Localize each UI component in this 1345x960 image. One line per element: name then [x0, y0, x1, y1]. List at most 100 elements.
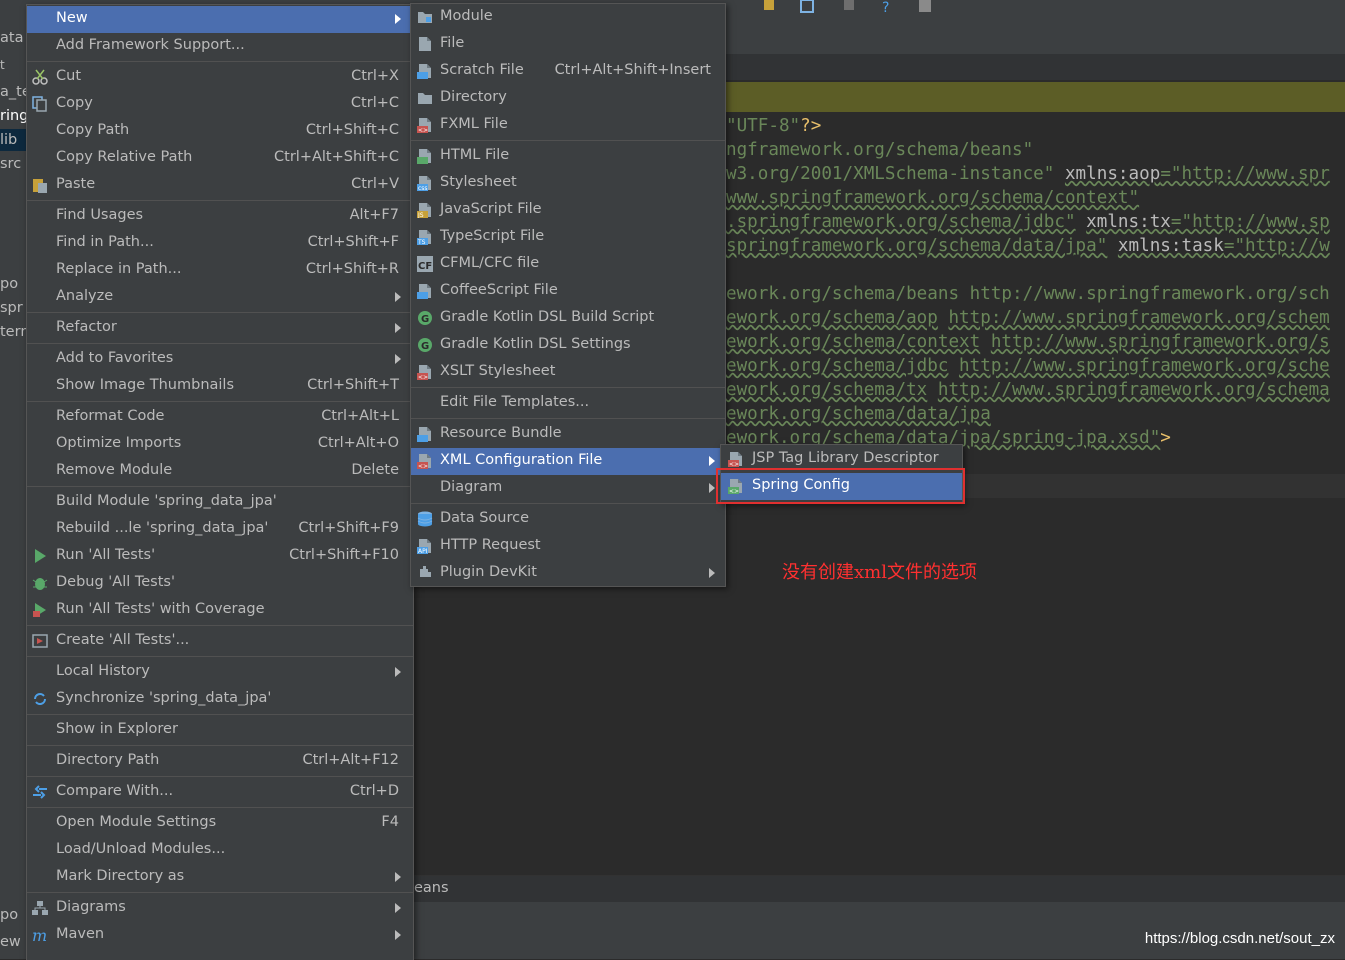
new-submenu-item-fxml-file[interactable]: <> FXML File — [411, 112, 725, 139]
code-token: ngframework.org/schema/beans" — [726, 140, 1034, 160]
tree-node[interactable]: a_te — [0, 84, 27, 100]
context-menu-item-copy-relative-path[interactable]: Copy Relative Path Ctrl+Alt+Shift+C — [27, 145, 413, 172]
structure-icon[interactable] — [798, 0, 818, 14]
new-submenu-item-http-request[interactable]: API HTTP Request — [411, 533, 725, 560]
menu-item-label: Edit File Templates... — [440, 394, 590, 410]
menu-item-label: Gradle Kotlin DSL Settings — [440, 336, 631, 352]
menu-item-label: Show in Explorer — [56, 721, 178, 737]
new-submenu-item-plugin-devkit[interactable]: Plugin DevKit — [411, 560, 725, 587]
coffeescript-file-icon — [417, 283, 433, 299]
help-icon[interactable]: ? — [878, 0, 898, 14]
context-menu-item-synchronize-spring-data-jpa[interactable]: Synchronize 'spring_data_jpa' — [27, 686, 413, 713]
menu-item-label: Synchronize 'spring_data_jpa' — [56, 690, 272, 706]
new-submenu-item-gradle-kotlin-dsl-build-script[interactable]: G Gradle Kotlin DSL Build Script — [411, 305, 725, 332]
new-submenu-item-module[interactable]: Module — [411, 4, 725, 31]
new-submenu-item-data-source[interactable]: Data Source — [411, 506, 725, 533]
context-menu-item-find-usages[interactable]: Find Usages Alt+F7 — [27, 203, 413, 230]
context-menu-item-remove-module[interactable]: Remove Module Delete — [27, 458, 413, 485]
menu-item-label: Paste — [56, 176, 96, 192]
context-menu-item-copy-path[interactable]: Copy Path Ctrl+Shift+C — [27, 118, 413, 145]
run-icon — [32, 548, 48, 564]
settings-icon[interactable] — [916, 0, 936, 14]
tree-node[interactable]: tern — [0, 324, 27, 340]
menu-item-label: Open Module Settings — [56, 814, 217, 830]
breadcrumb-tag[interactable]: eans — [414, 880, 449, 896]
fxml-file-icon: <> — [417, 117, 433, 134]
tree-node[interactable]: ata — [0, 30, 23, 46]
context-menu-item-show-in-explorer[interactable]: Show in Explorer — [27, 717, 413, 744]
context-menu-item-optimize-imports[interactable]: Optimize Imports Ctrl+Alt+O — [27, 431, 413, 458]
new-submenu-item-javascript-file[interactable]: JS JavaScript File — [411, 197, 725, 224]
svg-text:CF: CF — [418, 261, 432, 272]
context-menu-item-refactor[interactable]: Refactor — [27, 315, 413, 342]
new-submenu-item-file[interactable]: File — [411, 31, 725, 58]
menu-item-label: FXML File — [440, 116, 508, 132]
context-menu-item-add-framework-support[interactable]: Add Framework Support... — [27, 33, 413, 60]
menu-item-label: New — [56, 10, 88, 26]
tree-node[interactable]: spr — [0, 300, 23, 316]
menu-item-label: HTML File — [440, 147, 510, 163]
context-menu-item-cut[interactable]: Cut Ctrl+X — [27, 64, 413, 91]
menu-item-label: Refactor — [56, 319, 117, 335]
new-submenu-item-edit-file-templates[interactable]: Edit File Templates... — [411, 390, 725, 417]
tree-node[interactable]: t — [0, 58, 5, 72]
code-token: ework.org/schema/context — [726, 332, 981, 352]
download-icon[interactable] — [840, 0, 860, 14]
context-menu-item-find-in-path[interactable]: Find in Path... Ctrl+Shift+F — [27, 230, 413, 257]
context-menu-item-rebuild-le-spring-data-jpa[interactable]: Rebuild ...le 'spring_data_jpa' Ctrl+Shif… — [27, 516, 413, 543]
context-menu-item-run-all-tests-with-coverage[interactable]: Run 'All Tests' with Coverage — [27, 597, 413, 624]
context-menu-item-local-history[interactable]: Local History — [27, 659, 413, 686]
menu-item-label: Run 'All Tests' — [56, 547, 156, 563]
context-menu-item-create-all-tests[interactable]: Create 'All Tests'... — [27, 628, 413, 655]
context-menu-item-new[interactable]: New — [27, 6, 413, 33]
context-menu-item-analyze[interactable]: Analyze — [27, 284, 413, 311]
paste-icon — [32, 177, 48, 193]
context-menu-item-run-all-tests[interactable]: Run 'All Tests' Ctrl+Shift+F10 — [27, 543, 413, 570]
submenu-arrow-icon — [395, 323, 401, 333]
new-submenu-item-stylesheet[interactable]: css Stylesheet — [411, 170, 725, 197]
new-submenu-item-xml-configuration-file[interactable]: <> XML Configuration File — [411, 448, 725, 475]
new-submenu-item-coffeescript-file[interactable]: CoffeeScript File — [411, 278, 725, 305]
new-submenu-item-gradle-kotlin-dsl-settings[interactable]: G Gradle Kotlin DSL Settings — [411, 332, 725, 359]
context-menu-item-debug-all-tests[interactable]: Debug 'All Tests' — [27, 570, 413, 597]
menu-separator — [27, 200, 413, 201]
tree-node[interactable]: po — [0, 907, 18, 923]
tree-node[interactable]: ew — [0, 934, 21, 950]
new-submenu-item-cfml-cfc-file[interactable]: CF CFML/CFC file — [411, 251, 725, 278]
new-submenu-item-directory[interactable]: Directory — [411, 85, 725, 112]
new-submenu-item-xslt-stylesheet[interactable]: <> XSLT Stylesheet — [411, 359, 725, 386]
context-menu-item-maven[interactable]: m Maven — [27, 922, 413, 949]
scratch-file-icon — [417, 63, 433, 79]
context-menu-item-add-to-favorites[interactable]: Add to Favorites — [27, 346, 413, 373]
menu-item-label: Create 'All Tests'... — [56, 632, 190, 648]
tree-node-selected[interactable]: ring — [0, 108, 27, 124]
new-submenu-item-typescript-file[interactable]: TS TypeScript File — [411, 224, 725, 251]
context-menu-item-build-module-spring-data-jpa[interactable]: Build Module 'spring_data_jpa' — [27, 489, 413, 516]
context-menu-item-copy[interactable]: Copy Ctrl+C — [27, 91, 413, 118]
new-submenu-item-scratch-file[interactable]: Scratch File Ctrl+Alt+Shift+Insert — [411, 58, 725, 85]
context-menu-item-directory-path[interactable]: Directory Path Ctrl+Alt+F12 — [27, 748, 413, 775]
context-menu-item-open-module-settings[interactable]: Open Module Settings F4 — [27, 810, 413, 837]
tree-node[interactable]: po — [0, 276, 18, 292]
submenu-arrow-icon — [395, 930, 401, 940]
context-menu-item-compare-with[interactable]: Compare With... Ctrl+D — [27, 779, 413, 806]
context-menu-item-reformat-code[interactable]: Reformat Code Ctrl+Alt+L — [27, 404, 413, 431]
code-token: springframework.org/schema/data/jpa" — [726, 236, 1108, 256]
context-menu-item-show-image-thumbnails[interactable]: Show Image Thumbnails Ctrl+Shift+T — [27, 373, 413, 400]
tree-node[interactable]: src — [0, 156, 21, 172]
new-submenu-item-diagram[interactable]: Diagram — [411, 475, 725, 502]
build-icon[interactable] — [760, 0, 780, 14]
tree-node[interactable]: lib — [0, 132, 17, 148]
context-menu-item-diagrams[interactable]: Diagrams — [27, 895, 413, 922]
sync-icon — [32, 691, 48, 707]
menu-separator — [27, 312, 413, 313]
context-menu-item-load-unload-modules[interactable]: Load/Unload Modules... — [27, 837, 413, 864]
scissors-icon — [32, 69, 48, 85]
new-submenu-item-html-file[interactable]: HTML File — [411, 143, 725, 170]
new-submenu: Module File Scratch File Ctrl+Alt+Shift+Ins… — [410, 3, 726, 587]
context-menu-item-paste[interactable]: Paste Ctrl+V — [27, 172, 413, 199]
compare-icon — [32, 784, 48, 800]
context-menu-item-mark-directory-as[interactable]: Mark Directory as — [27, 864, 413, 891]
new-submenu-item-resource-bundle[interactable]: Resource Bundle — [411, 421, 725, 448]
context-menu-item-replace-in-path[interactable]: Replace in Path... Ctrl+Shift+R — [27, 257, 413, 284]
